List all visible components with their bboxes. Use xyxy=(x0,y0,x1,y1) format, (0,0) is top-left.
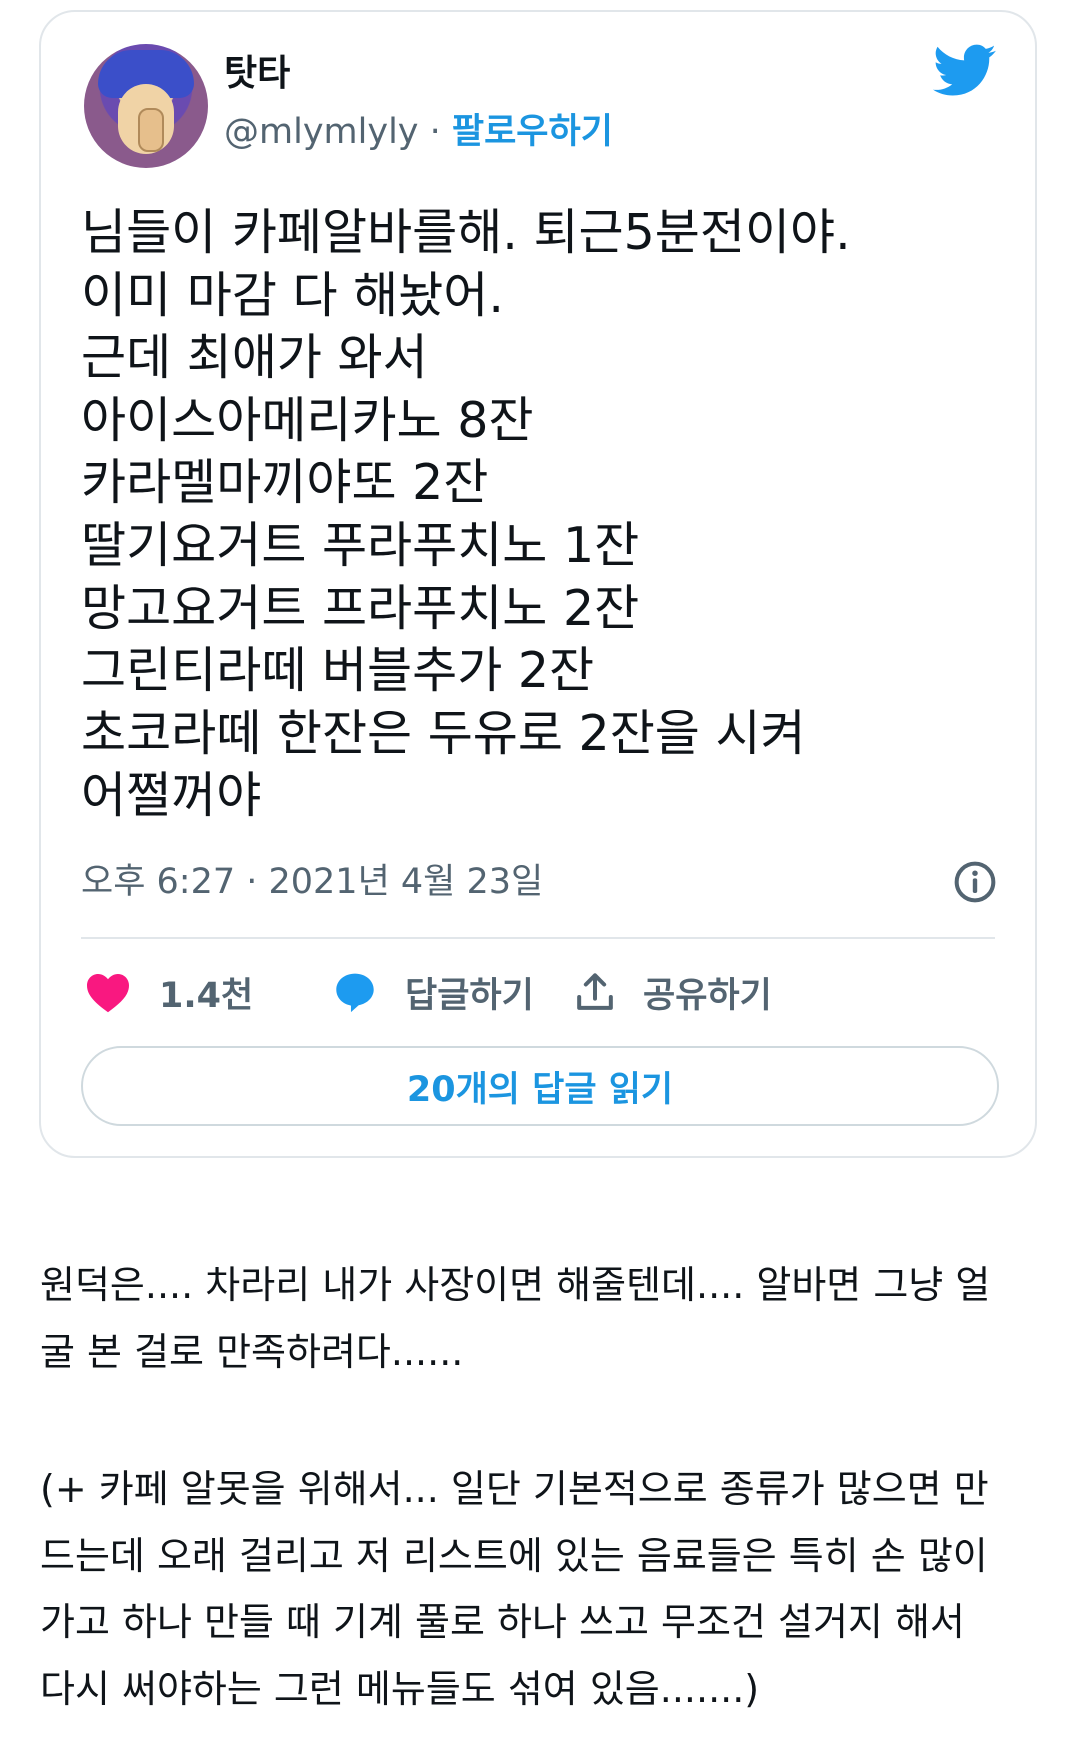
commentary-line: 다시 써야하는 그런 메뉴들도 섞여 있음.......) xyxy=(40,1667,760,1712)
info-icon[interactable] xyxy=(953,860,997,904)
tweet-line: 초코라떼 한잔은 두유로 2잔을 시켜 xyxy=(81,704,806,762)
embedded-tweet-card: 탓타 @mlymlyly · 팔로우하기 님들이 카페알바를해. 퇴근5분전이야… xyxy=(39,10,1037,1158)
share-icon xyxy=(577,973,613,1010)
commentary-line: 원덕은.... 차라리 내가 사장이면 해줄텐데.... 알바면 그냥 얼 xyxy=(40,1263,991,1307)
heart-icon xyxy=(87,974,129,1013)
tweet-line: 어쩔꺼야 xyxy=(81,767,262,825)
handle-row: @mlymlyly · 팔로우하기 xyxy=(224,110,613,154)
tweet-line: 카라멜마끼야또 2잔 xyxy=(81,454,489,512)
reply-bubble-icon xyxy=(336,973,374,1013)
tweet-actions: 1.4천 답글하기 공유하기 xyxy=(81,962,1001,1022)
user-handle[interactable]: @mlymlyly xyxy=(224,112,419,152)
display-name[interactable]: 탓타 xyxy=(224,52,290,96)
share-button[interactable]: 공유하기 xyxy=(575,962,772,1022)
commentary-line: 굴 본 걸로 만족하려다...... xyxy=(40,1329,464,1374)
tweet-line: 아이스아메리카노 8잔 xyxy=(81,391,534,449)
tweet-line: 근데 최애가 와서 xyxy=(81,329,428,387)
tweet-timestamp[interactable]: 오후 6:27 · 2021년 4월 23일 xyxy=(81,860,543,904)
reply-label: 답글하기 xyxy=(405,975,534,1016)
tweet-line: 그린티라떼 버블추가 2잔 xyxy=(81,642,595,700)
like-button[interactable]: 1.4천 xyxy=(85,962,253,1022)
commentary-line: 가고 하나 만들 때 기계 풀로 하나 쓰고 무조건 설거지 해서 xyxy=(40,1600,965,1645)
tweet-line: 이미 마감 다 해놨어. xyxy=(81,266,504,324)
commentary-paragraph-2: (+ 카페 알못을 위해서... 일단 기본적으로 종류가 많으면 만 드는데 … xyxy=(40,1456,1050,1723)
commentary-line: (+ 카페 알못을 위해서... 일단 기본적으로 종류가 많으면 만 xyxy=(40,1467,989,1511)
tweet-line: 딸기요거트 푸라푸치노 1잔 xyxy=(81,516,640,574)
twitter-bird-icon[interactable] xyxy=(933,44,997,98)
like-count: 1.4천 xyxy=(159,975,254,1016)
commentary-line: 드는데 오래 걸리고 저 리스트에 있는 음료들은 특히 손 많이 xyxy=(40,1533,988,1578)
tweet-line: 망고요거트 프라푸치노 2잔 xyxy=(81,579,640,637)
read-replies-button[interactable]: 20개의 답글 읽기 xyxy=(81,1046,999,1126)
tweet-text: 님들이 카페알바를해. 퇴근5분전이야. 이미 마감 다 해놨어. 근데 최애가… xyxy=(81,202,1001,828)
divider xyxy=(81,937,995,939)
commentary-paragraph-1: 원덕은.... 차라리 내가 사장이면 해줄텐데.... 알바면 그냥 얼 굴 … xyxy=(40,1252,1050,1385)
reply-button[interactable]: 답글하기 xyxy=(333,962,534,1022)
share-label: 공유하기 xyxy=(643,975,772,1016)
handle-separator: · xyxy=(418,112,452,152)
user-avatar[interactable] xyxy=(84,44,208,168)
tweet-line: 님들이 카페알바를해. 퇴근5분전이야. xyxy=(81,204,851,261)
follow-button[interactable]: 팔로우하기 xyxy=(452,112,613,152)
avatar-hand xyxy=(138,108,164,152)
